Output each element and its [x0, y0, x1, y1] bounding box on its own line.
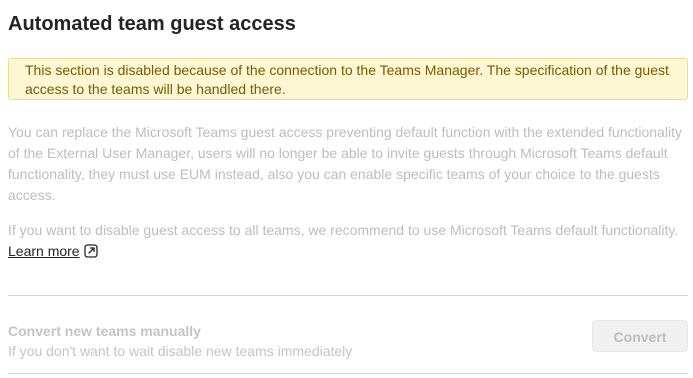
description-paragraph: You can replace the Microsoft Teams gues… — [8, 124, 682, 203]
convert-button[interactable]: Convert — [592, 320, 688, 352]
learn-more-label: Learn more — [8, 243, 80, 259]
recommendation-paragraph: If you want to disable guest access to a… — [8, 220, 688, 262]
recommendation-text: If you want to disable guest access to a… — [8, 222, 679, 238]
divider-top — [8, 295, 688, 296]
convert-subtitle: If you don't want to wait disable new te… — [8, 343, 353, 359]
convert-teams-row: Convert new teams manually If you don't … — [8, 320, 688, 364]
warning-text: This section is disabled because of the … — [25, 62, 669, 97]
convert-title: Convert new teams manually — [8, 323, 201, 339]
learn-more-link[interactable]: Learn more — [8, 242, 98, 260]
divider-bottom — [8, 373, 688, 374]
disabled-warning-banner: This section is disabled because of the … — [8, 58, 688, 100]
page-title: Automated team guest access — [8, 13, 296, 35]
guest-access-section: Automated team guest access This section… — [8, 0, 688, 374]
external-link-icon — [83, 244, 98, 258]
